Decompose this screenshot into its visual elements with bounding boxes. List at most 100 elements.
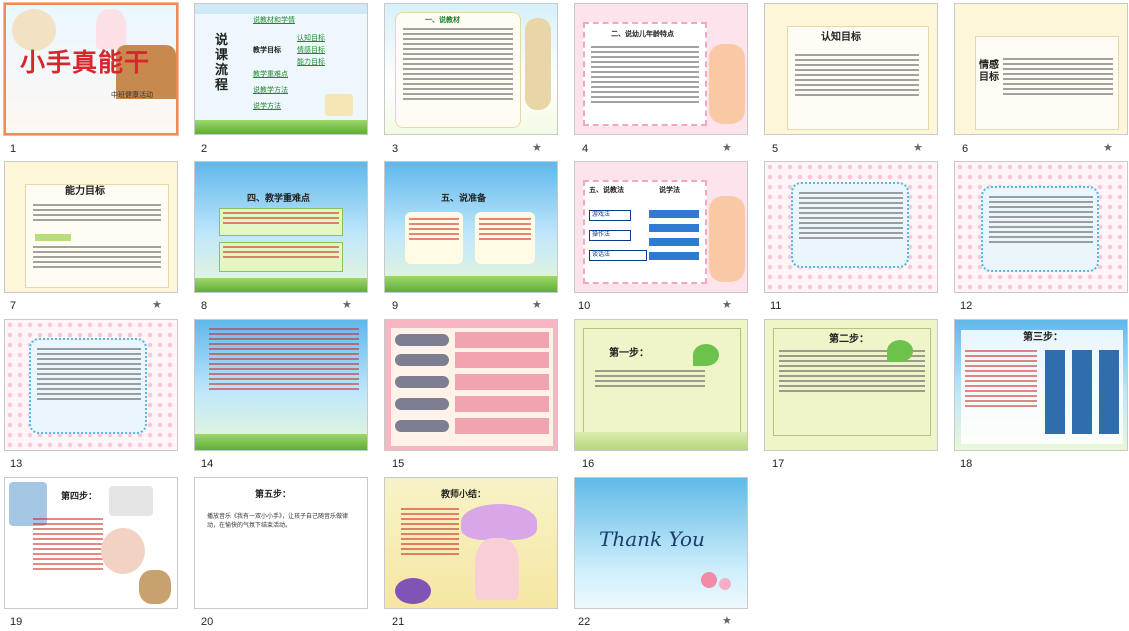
slide-thumbnail-10[interactable]: 五、说教法 说学法 游戏法 操作法 谈话法 (574, 161, 748, 293)
slide-number-6: 6 (962, 143, 969, 155)
animation-star-icon: ★ (722, 614, 732, 627)
slide-thumbnail-11[interactable] (764, 161, 938, 293)
baby-photo-graphic (101, 528, 145, 574)
slide-number-22: 22 (578, 616, 591, 628)
flower-graphic (701, 572, 717, 588)
slide-number-17: 17 (772, 458, 785, 470)
slide-number-21: 21 (392, 616, 405, 628)
slide-6-title: 情感目标 (979, 60, 999, 83)
slide-10-method-button: 游戏法 (589, 210, 631, 221)
slide-10-method-button: 谈话法 (589, 250, 647, 261)
slide-number-4: 4 (582, 143, 589, 155)
slide-2-title: 说课流程 (215, 33, 229, 93)
slide-thumbnail-15[interactable] (384, 319, 558, 451)
slide-number-19: 19 (10, 616, 23, 628)
slide-thumbnail-8[interactable]: 四、教学重难点 (194, 161, 368, 293)
slide-thumbnail-13[interactable] (4, 319, 178, 451)
slide-thumbnail-5[interactable]: 认知目标 (764, 3, 938, 135)
slide-thumbnail-17[interactable]: 第二步： (764, 319, 938, 451)
slide-8-title: 四、教学重难点 (247, 194, 311, 204)
animation-star-icon: ★ (152, 298, 162, 311)
fairy-graphic (525, 18, 551, 110)
cartoon-child-graphic (12, 9, 56, 51)
slide-2-item: 教学目标 (253, 46, 281, 54)
animation-star-icon: ★ (1103, 141, 1113, 154)
slide-thumbnail-6[interactable]: 情感目标 (954, 3, 1128, 135)
slide-2-item: 说教材和学情 (253, 16, 295, 24)
slide-1-subtitle: 中班健康活动 (111, 91, 153, 99)
butterfly-graphic (887, 340, 913, 362)
slide-number-7: 7 (10, 300, 17, 312)
slide-2-item: 说教学方法 (253, 86, 288, 94)
slide-5-title: 认知目标 (821, 32, 861, 43)
slide-sorter: 小手真能干 中班健康活动 1 说课流程 说教材和学情 教学目标 认知目标 情感目… (0, 0, 1129, 631)
slide-thumbnail-22[interactable]: Thank You (574, 477, 748, 609)
slide-18-title: 第三步： (1023, 332, 1063, 343)
morning-glory-graphic (461, 504, 537, 540)
slide-thumbnail-16[interactable]: 第一步： (574, 319, 748, 451)
hand-gesture-images (1045, 350, 1119, 434)
slide-number-12: 12 (960, 300, 973, 312)
slide-10-method-button: 操作法 (589, 230, 631, 241)
flower-graphic (719, 578, 731, 590)
slide-number-8: 8 (201, 300, 208, 312)
slide-9-title: 五、说准备 (441, 194, 487, 204)
animation-star-icon: ★ (913, 141, 923, 154)
slide-19-title: 第四步： (61, 492, 98, 502)
animation-star-icon: ★ (722, 141, 732, 154)
butterfly-graphic (693, 344, 719, 366)
slide-thumbnail-4[interactable]: 二、说幼儿年龄特点 (574, 3, 748, 135)
slide-number-5: 5 (772, 143, 779, 155)
socket-photo-graphic (109, 486, 153, 516)
animation-star-icon: ★ (532, 298, 542, 311)
slide-10-title: 五、说教法 (589, 186, 624, 194)
slide-number-9: 9 (392, 300, 399, 312)
slide-thumbnail-1[interactable]: 小手真能干 中班健康活动 (4, 3, 178, 135)
slide-thumbnail-19[interactable]: 第四步： (4, 477, 178, 609)
slide-21-title: 教师小结： (441, 490, 487, 500)
slide-16-title: 第一步： (609, 348, 649, 359)
slide-7-title: 能力目标 (65, 186, 105, 197)
slide-number-2: 2 (201, 143, 208, 155)
rabbit-kids-graphic (709, 44, 745, 124)
slide-20-title: 第五步： (255, 490, 292, 500)
cartoon-boy-graphic (139, 570, 171, 604)
slide-thumbnail-9[interactable]: 五、说准备 (384, 161, 558, 293)
slide-17-title: 第二步： (829, 334, 869, 345)
slide-number-20: 20 (201, 616, 214, 628)
slide-number-3: 3 (392, 143, 399, 155)
slide-number-18: 18 (960, 458, 973, 470)
slide-number-1: 1 (10, 143, 17, 155)
animation-star-icon: ★ (532, 141, 542, 154)
slide-number-14: 14 (201, 458, 214, 470)
animation-star-icon: ★ (342, 298, 352, 311)
slide-number-13: 13 (10, 458, 23, 470)
slide-2-item: 认知目标 (297, 34, 325, 42)
slide-10-title2: 说学法 (659, 186, 680, 194)
animation-star-icon: ★ (722, 298, 732, 311)
slide-number-10: 10 (578, 300, 591, 312)
slide-4-title: 二、说幼儿年龄特点 (611, 30, 674, 38)
slide-3-title: 一、说教材 (425, 16, 460, 24)
slide-2-item: 能力目标 (297, 58, 325, 66)
flower-graphic (395, 578, 431, 604)
cartoon-girl-graphic (475, 538, 519, 600)
slide-22-title: Thank You (599, 527, 705, 551)
slide-thumbnail-3[interactable]: 一、说教材 (384, 3, 558, 135)
rabbit-kids-graphic (709, 196, 745, 282)
slide-thumbnail-21[interactable]: 教师小结： (384, 477, 558, 609)
slide-thumbnail-12[interactable] (954, 161, 1128, 293)
slide-number-11: 11 (770, 300, 782, 312)
slide-thumbnail-2[interactable]: 说课流程 说教材和学情 教学目标 认知目标 情感目标 能力目标 教学重难点 说教… (194, 3, 368, 135)
slide-thumbnail-14[interactable] (194, 319, 368, 451)
slide-thumbnail-18[interactable]: 第三步： (954, 319, 1128, 451)
slide-thumbnail-20[interactable]: 第五步： 播放音乐《我有一双小小手》，让孩子自己随音乐做律动，在愉快的气氛下结束… (194, 477, 368, 609)
slide-2-item: 教学重难点 (253, 70, 288, 78)
slide-number-15: 15 (392, 458, 405, 470)
slide-thumbnail-7[interactable]: 能力目标 (4, 161, 178, 293)
slide-2-item: 情感目标 (297, 46, 325, 54)
windmill-house-graphic (325, 94, 353, 116)
cartoon-girl-graphic (96, 9, 126, 49)
slide-20-body: 播放音乐《我有一双小小手》，让孩子自己随音乐做律动，在愉快的气氛下结束活动。 (207, 513, 349, 529)
slide-1-title: 小手真能干 (20, 48, 151, 77)
